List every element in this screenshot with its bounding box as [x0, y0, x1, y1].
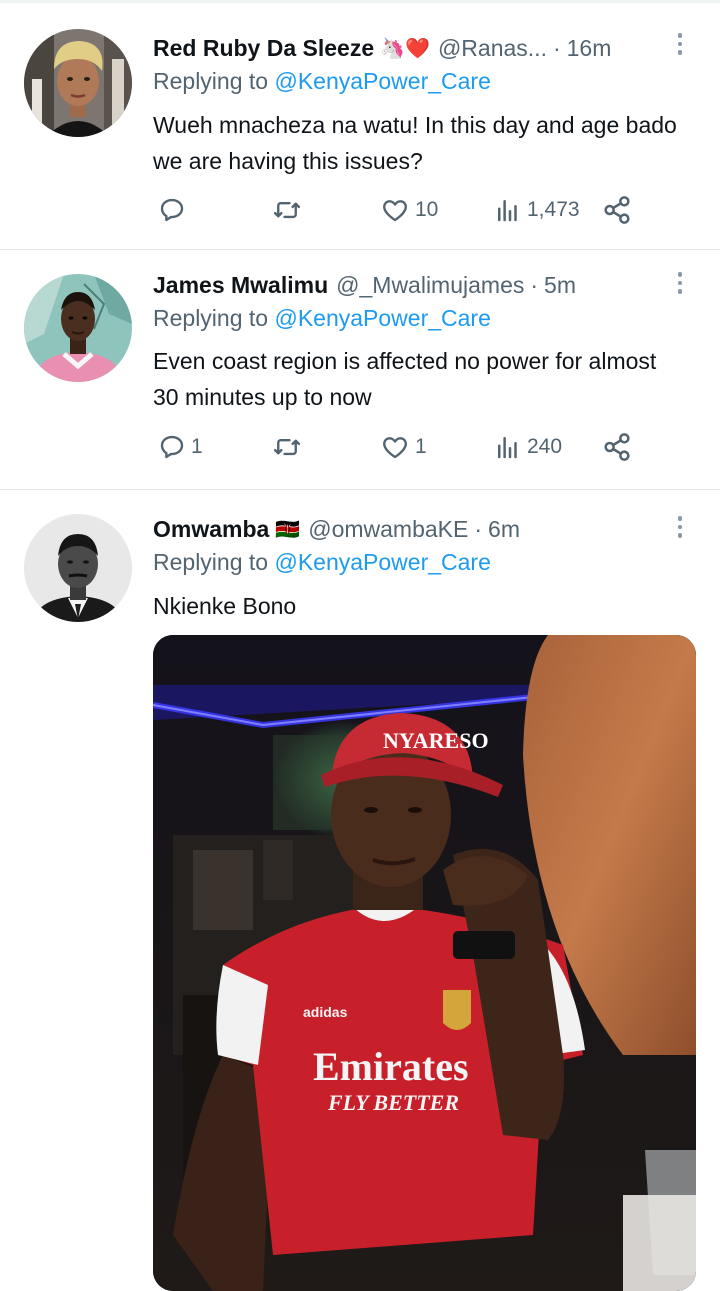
- tweet-text: Wueh mnacheza na watu! In this day and a…: [153, 112, 677, 174]
- retweet-icon: [273, 438, 301, 456]
- reply-count: 1: [191, 435, 203, 458]
- views-button[interactable]: 1,473: [493, 193, 580, 227]
- like-count: 1: [415, 435, 427, 458]
- replying-prefix: Replying to: [153, 68, 269, 94]
- views-button[interactable]: 240: [493, 430, 562, 464]
- separator-dot: ·: [552, 34, 561, 61]
- user-handle[interactable]: @omwambaKE: [308, 516, 468, 543]
- user-handle[interactable]: @Ranas...: [438, 35, 547, 62]
- views-icon: [498, 437, 517, 459]
- avatar[interactable]: [24, 29, 132, 137]
- shirt-brand-text: adidas: [303, 1004, 348, 1020]
- view-count: 1,473: [527, 198, 580, 221]
- mention-link[interactable]: @KenyaPower_Care: [274, 68, 490, 94]
- avatar[interactable]: [24, 514, 132, 622]
- tweet-item[interactable]: Red Ruby Da Sleeze 🦄❤️ @Ranas... · 16m R…: [0, 3, 720, 250]
- replying-prefix: Replying to: [153, 549, 269, 575]
- display-name[interactable]: James Mwalimu: [153, 272, 328, 299]
- retweet-icon: [273, 201, 301, 219]
- more-options-icon[interactable]: [670, 27, 690, 61]
- more-options-icon[interactable]: [670, 510, 690, 544]
- separator-dot: ·: [474, 515, 483, 542]
- tweet-photo[interactable]: Emirates FLY BETTER adidas NYARESO: [153, 635, 696, 1291]
- name-emoji: 🦄❤️: [380, 37, 430, 60]
- replying-prefix: Replying to: [153, 305, 269, 331]
- share-button[interactable]: [601, 430, 633, 464]
- tweet-text: Nkienke Bono: [153, 593, 297, 619]
- mention-link[interactable]: @KenyaPower_Care: [274, 549, 490, 575]
- like-button[interactable]: 1: [379, 430, 427, 464]
- display-name[interactable]: Red Ruby Da Sleeze: [153, 35, 374, 62]
- action-bar: 10 1,473: [153, 193, 643, 227]
- view-count: 240: [527, 435, 563, 458]
- reply-icon: [160, 435, 184, 459]
- display-name[interactable]: Omwamba: [153, 516, 269, 543]
- crest-icon: [443, 990, 471, 1030]
- timestamp[interactable]: 5m: [544, 272, 576, 299]
- like-count: 10: [415, 198, 439, 221]
- tweet-header: Red Ruby Da Sleeze 🦄❤️ @Ranas... · 16m: [153, 31, 660, 65]
- reply-button[interactable]: [157, 193, 191, 227]
- separator-dot: ·: [530, 271, 539, 298]
- mention-link[interactable]: @KenyaPower_Care: [274, 305, 490, 331]
- name-emoji: 🇰🇪: [275, 518, 301, 541]
- timestamp[interactable]: 16m: [567, 35, 612, 62]
- tweet-text: Even coast region is affected no power f…: [153, 348, 657, 410]
- timestamp[interactable]: 6m: [488, 516, 520, 543]
- replying-to: Replying to @KenyaPower_Care: [153, 305, 491, 332]
- shirt-sponsor-text: Emirates: [313, 1044, 469, 1089]
- heart-icon: [383, 200, 407, 222]
- retweet-button[interactable]: [271, 430, 307, 464]
- tweet-item[interactable]: Omwamba 🇰🇪 @omwambaKE · 6m Replying to @…: [0, 490, 720, 1291]
- user-handle[interactable]: @_Mwalimujames: [336, 272, 524, 299]
- tweet-header: James Mwalimu @_Mwalimujames · 5m: [153, 268, 660, 302]
- shirt-tagline-text: FLY BETTER: [327, 1090, 459, 1115]
- views-icon: [498, 200, 517, 222]
- avatar[interactable]: [24, 274, 132, 382]
- retweet-button[interactable]: [271, 193, 307, 227]
- action-bar: 1 1 240: [153, 430, 643, 464]
- cap-text: NYARESO: [383, 728, 489, 753]
- tweet-item[interactable]: James Mwalimu @_Mwalimujames · 5m Replyi…: [0, 250, 720, 490]
- share-icon: [604, 433, 630, 461]
- share-button[interactable]: [601, 193, 633, 227]
- reply-icon: [160, 198, 184, 222]
- like-button[interactable]: 10: [379, 193, 438, 227]
- replying-to: Replying to @KenyaPower_Care: [153, 68, 491, 95]
- more-options-icon[interactable]: [670, 266, 690, 300]
- share-icon: [604, 196, 630, 224]
- tweet-header: Omwamba 🇰🇪 @omwambaKE · 6m: [153, 512, 660, 546]
- reply-button[interactable]: 1: [157, 430, 203, 464]
- replying-to: Replying to @KenyaPower_Care: [153, 549, 491, 576]
- heart-icon: [383, 437, 407, 459]
